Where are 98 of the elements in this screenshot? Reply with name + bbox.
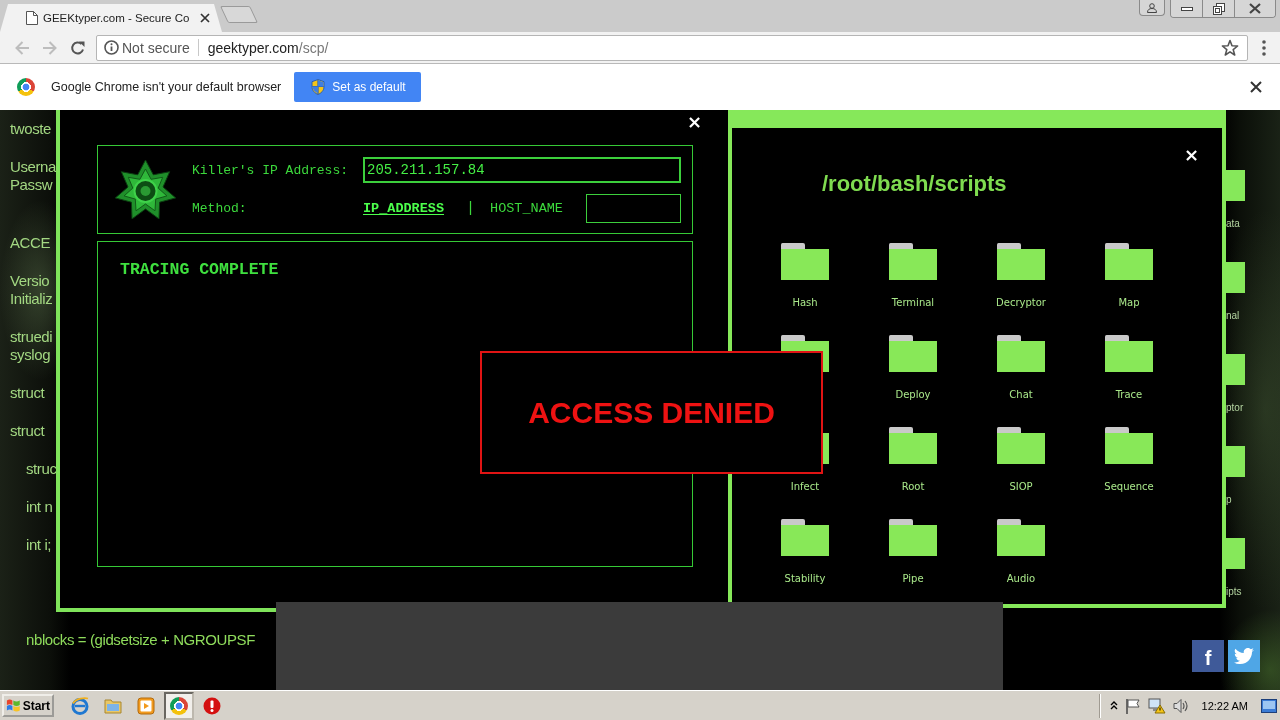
circle-logo-icon [170,696,188,715]
folder-icon [1105,427,1153,464]
folder-icon [889,243,937,280]
minimize-icon [1180,6,1193,11]
folder-item[interactable]: Terminal [889,243,937,309]
browser-tab[interactable]: GEEKtyper.com - Secure Co [0,4,222,32]
set-default-button[interactable]: Set as default [294,72,422,102]
play-icon [137,696,155,715]
e-logo-icon [71,696,89,715]
code-line: Initializ [10,290,53,308]
method-option[interactable]: HOST_NAME [490,201,563,216]
minimize-button[interactable] [1171,0,1202,17]
method-separator: | [466,200,476,217]
folder-item[interactable]: Decryptor [996,243,1046,309]
address-bar[interactable]: Not secure geektyper.com/scp/ [96,34,1248,61]
folder-icon [997,427,1045,464]
icon-label: p [1226,494,1232,506]
folder-item[interactable]: Hash [781,243,829,309]
code-line: twoste [10,120,51,138]
code-line: int i; [26,536,52,554]
browser-logo-icon [17,78,35,96]
close-button[interactable] [1234,0,1275,17]
folder-icon [997,243,1045,280]
folder-path-title: /root/bash/scripts [822,171,1007,197]
folder-item[interactable]: Root [889,427,937,493]
icon-label: nal [1226,310,1240,322]
close-button[interactable]: × [1181,146,1201,164]
hostname-field[interactable] [586,194,681,223]
icon-label: ipts [1226,586,1242,598]
close-icon [1249,3,1261,14]
icon-label: ata [1226,218,1240,230]
folder-item[interactable]: SIOP [997,427,1045,493]
method-label: Method: [192,201,248,216]
reload-icon[interactable] [70,39,86,56]
speaker-icon[interactable] [1172,697,1189,714]
icon-label: ptor [1226,402,1244,414]
page-icon [26,11,38,25]
menu-icon[interactable] [1262,39,1266,56]
folder-item[interactable]: Audio [997,519,1045,585]
folder-icon [889,335,937,372]
code-line: struc [26,460,57,478]
folder-item[interactable]: Pipe [889,519,937,585]
person-icon [1147,2,1157,13]
ip-address-field[interactable]: 205.211.157.84 [363,157,681,183]
code-line: syslog [10,346,51,364]
folder-icon [104,697,122,714]
folder-icon [889,519,937,556]
flag-logo-icon [6,698,21,713]
shield-icon [311,79,326,95]
folder-item[interactable]: Map [1105,243,1153,309]
folder-icon [1105,243,1153,280]
alert-icon [203,696,221,715]
folder-item[interactable]: Chat [997,335,1045,401]
folder-item[interactable]: Trace [1105,335,1153,401]
restore-button[interactable] [1202,0,1234,17]
folder-icon [997,335,1045,372]
trace-status-text: TRACING COMPLETE [120,260,279,279]
star-badge-icon [113,158,178,222]
method-option[interactable]: IP_ADDRESS [363,201,444,216]
code-line: ACCE [10,234,51,252]
bird-icon [1234,648,1254,664]
profile-button[interactable] [1139,0,1165,16]
folder-icon [781,243,829,280]
code-line: Versio [10,272,50,290]
folder-item[interactable]: Stability [781,519,829,585]
share-button[interactable]: f [1192,640,1224,672]
code-line: int n [26,498,53,516]
folder-item[interactable]: Sequence [1104,427,1154,493]
folder-icon [997,519,1045,556]
star-icon[interactable] [1221,38,1239,57]
info-icon[interactable] [104,40,119,55]
flag-icon[interactable] [1124,697,1141,714]
close-icon[interactable] [200,13,210,23]
network-icon[interactable] [1147,697,1166,714]
code-line: Userna [10,158,56,176]
restore-icon [1212,2,1225,15]
start-button[interactable]: Start [2,694,54,717]
folder-icon [781,519,829,556]
security-label[interactable]: Not secure [122,39,190,56]
code-line: struct [10,422,45,440]
code-line: Passw [10,176,53,194]
share-button[interactable] [1228,640,1260,672]
close-icon[interactable] [1250,81,1262,93]
code-line: struedi [10,328,53,346]
chevron-up-icon[interactable] [1109,701,1118,710]
folder-icon [1105,335,1153,372]
taskbar-button[interactable] [164,691,194,720]
code-line: nblocks = (gidsetsize + NGROUPSF [26,631,255,649]
close-button[interactable]: × [684,113,704,131]
folder-item[interactable]: Deploy [889,335,937,401]
folder-icon [889,427,937,464]
infobar-message: Google Chrome isn't your default browser [51,80,282,94]
url-text: geektyper.com/scp/ [207,39,329,56]
clock-text: 12:22 AM [1201,699,1248,712]
access-denied-message: ACCESS DENIED [528,395,775,430]
show-desktop-icon[interactable] [1261,698,1277,713]
ip-address-label: Killer's IP Address: [192,162,350,178]
code-line: struct [10,384,45,402]
